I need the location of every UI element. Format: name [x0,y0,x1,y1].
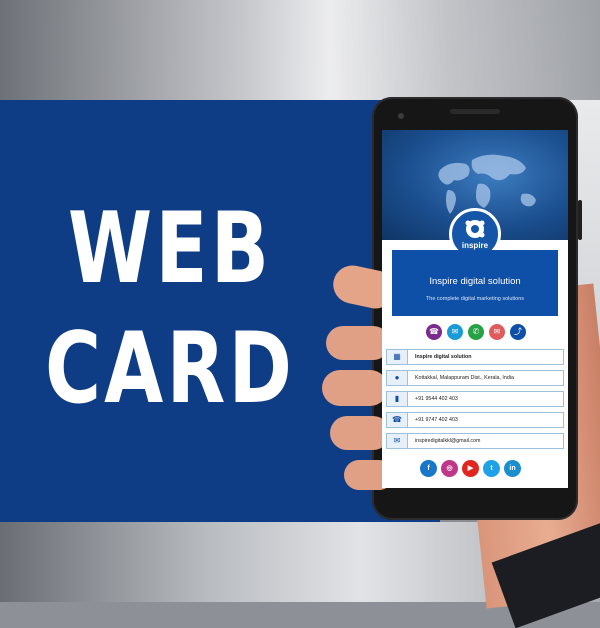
finger [330,416,390,450]
building-icon: ▦ [387,350,408,364]
twitter-icon[interactable]: t [483,460,500,477]
instagram-icon[interactable]: ◎ [441,460,458,477]
detail-row-email[interactable]: ✉ inspiredigitalkkl@gmail.com [386,433,564,449]
phone-icon: ☎ [387,413,408,427]
detail-text: inspiredigitalkkl@gmail.com [415,438,481,444]
detail-text: Inspire digital solution [415,354,472,360]
linkedin-icon[interactable]: in [504,460,521,477]
whatsapp-button[interactable]: ✆ [468,324,484,340]
quick-actions: ☎ ✉ ✆ ✉ ⤴ [426,324,526,340]
company-tagline: The complete digital marketing solutions [425,296,525,302]
envelope-icon: ✉ [387,434,408,448]
facebook-icon[interactable]: f [420,460,437,477]
inspire-logo-icon [465,220,485,238]
detail-text: +91 9747 402 403 [415,417,458,423]
company-name: Inspire digital solution [429,276,521,287]
finger [322,370,388,406]
detail-text: +91 9544 402 403 [415,396,458,402]
background-blur-top [0,0,600,100]
share-button[interactable]: ⤴ [510,324,526,340]
mobile-icon: ▮ [387,392,408,406]
detail-row-phone[interactable]: ☎ +91 9747 402 403 [386,412,564,428]
email-button[interactable]: ✉ [489,324,505,340]
detail-text: Kottakkal, Malappuram Dist., Kerala, Ind… [415,375,514,381]
detail-row-company[interactable]: ▦ Inspire digital solution [386,349,564,365]
sms-button[interactable]: ✉ [447,324,463,340]
detail-row-address[interactable]: ● Kottakkal, Malappuram Dist., Kerala, I… [386,370,564,386]
youtube-icon[interactable]: ▶ [462,460,479,477]
logo-text: inspire [461,241,489,250]
headline-card: CARD [44,312,296,426]
company-card: Inspire digital solution The complete di… [392,250,558,316]
speaker-grille [450,109,500,114]
call-button[interactable]: ☎ [426,324,442,340]
social-links: f ◎ ▶ t in [420,460,530,478]
finger [326,326,390,360]
detail-row-mobile[interactable]: ▮ +91 9544 402 403 [386,391,564,407]
headline-web: WEB [67,192,273,306]
camera-icon [398,113,404,119]
phone-side-button [578,200,582,240]
map-pin-icon: ● [387,371,408,385]
phone-screen: inspire Inspire digital solution The com… [382,130,568,488]
